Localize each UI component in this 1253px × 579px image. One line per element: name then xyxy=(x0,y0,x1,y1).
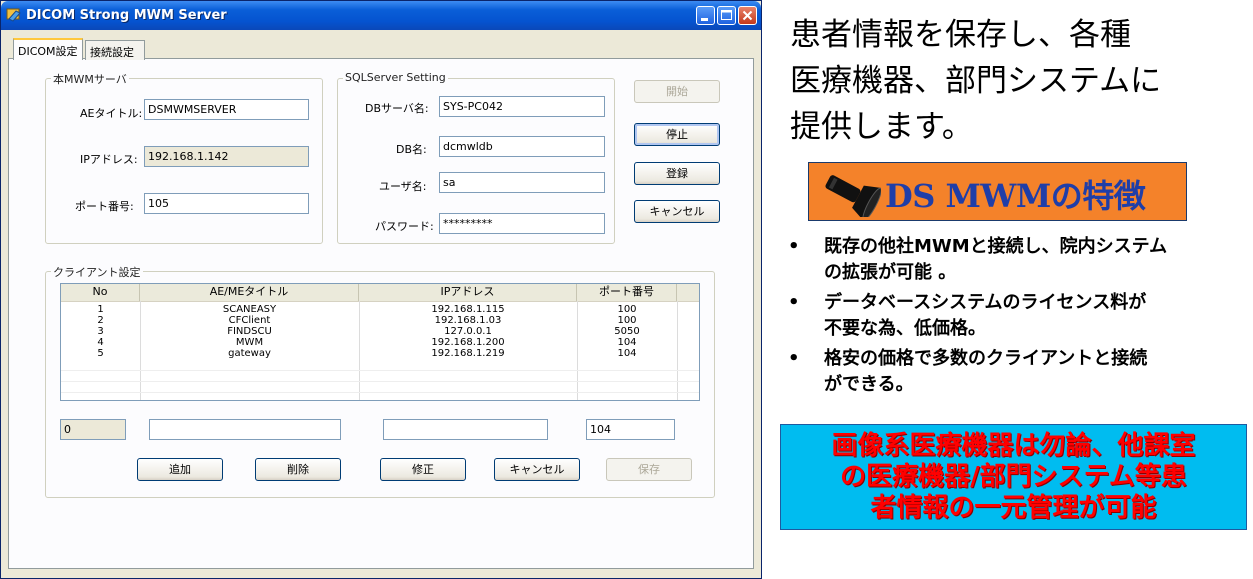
user-name-input[interactable]: sa xyxy=(439,172,605,193)
save-client-button[interactable]: 保存 xyxy=(606,458,692,481)
client-list[interactable]: No AE/MEタイトル IPアドレス ポート番号 1 SCANEASY 192… xyxy=(60,283,700,401)
modify-client-button[interactable]: 修正 xyxy=(380,458,466,481)
bullet-line: ができる。 xyxy=(824,374,914,395)
cell-ip: 192.168.1.219 xyxy=(431,348,505,359)
bullet-line: の拡張が可能 。 xyxy=(824,262,957,283)
highlight-box: 画像系医療機器は勿論、他課室 の医療機器/部門システム等患 者情報の一元管理が可… xyxy=(780,424,1247,530)
tab-dicom-settings[interactable]: DICOM設定 xyxy=(13,38,83,60)
client-no-field: 0 xyxy=(60,419,126,440)
db-server-label: DBサーバ名: xyxy=(365,102,429,115)
bullet-icon: • xyxy=(788,348,800,369)
cell-ip: 192.168.1.200 xyxy=(431,337,505,348)
client-port-input[interactable]: 104 xyxy=(586,419,675,440)
cell-no: 1 xyxy=(97,304,104,315)
mwm-server-legend: 本MWMサーバ xyxy=(51,71,129,87)
client-ae-title-input[interactable] xyxy=(149,419,341,440)
row-gridline xyxy=(61,370,699,371)
cell-no: 4 xyxy=(97,337,104,348)
cell-no: 5 xyxy=(97,348,104,359)
client-settings-legend: クライアント設定 xyxy=(51,264,143,280)
port-label: ポート番号: xyxy=(75,200,134,213)
start-button[interactable]: 開始 xyxy=(634,80,720,103)
intro-line: 提供します。 xyxy=(790,109,973,145)
table-row[interactable]: 4 MWM 192.168.1.200 104 xyxy=(61,337,699,348)
db-server-input[interactable]: SYS-PC042 xyxy=(439,96,605,117)
table-row[interactable]: 1 SCANEASY 192.168.1.115 100 xyxy=(61,304,699,315)
column-header-ae-title[interactable]: AE/MEタイトル xyxy=(140,284,359,301)
client-list-header: No AE/MEタイトル IPアドレス ポート番号 xyxy=(61,284,699,302)
client-ip-input[interactable] xyxy=(383,419,548,440)
user-name-label: ユーザ名: xyxy=(379,180,427,193)
intro-line: 患者情報を保存し、各種 xyxy=(790,17,1131,53)
cell-ae-title: gateway xyxy=(228,348,271,359)
table-row[interactable]: 5 gateway 192.168.1.219 104 xyxy=(61,348,699,359)
column-header-no[interactable]: No xyxy=(61,284,140,301)
tab-connection-settings[interactable]: 接続設定 xyxy=(85,40,145,60)
cell-ip: 127.0.0.1 xyxy=(444,326,492,337)
db-name-input[interactable]: dcmwldb xyxy=(439,136,605,157)
delete-client-button[interactable]: 削除 xyxy=(255,458,341,481)
minimize-button[interactable] xyxy=(696,6,715,25)
table-row[interactable]: 2 CFClient 192.168.1.03 100 xyxy=(61,315,699,326)
bullet-line: 不要な為、低価格。 xyxy=(824,318,986,339)
table-row[interactable]: 3 FINDSCU 127.0.0.1 5050 xyxy=(61,326,699,337)
cell-ae-title: FINDSCU xyxy=(227,326,272,337)
maximize-button[interactable] xyxy=(717,6,736,25)
row-gridline xyxy=(61,392,699,393)
list-item: • データベースシステムのライセンス料が 不要な為、低価格。 xyxy=(788,290,1248,342)
password-label: パスワード: xyxy=(375,220,434,233)
row-gridline xyxy=(61,381,699,382)
bullet-line: 既存の他社MWMと接続し、院内システム xyxy=(824,236,1168,257)
bullet-line: 格安の価格で多数のクライアントと接続 xyxy=(824,348,1148,369)
banner-title: DS MWMの特徴 xyxy=(885,177,1146,215)
intro-text: 患者情報を保存し、各種 医療機器、部門システムに 提供します。 xyxy=(790,12,1250,150)
app-icon xyxy=(6,7,22,23)
ae-title-label: AEタイトル: xyxy=(80,107,143,120)
add-client-button[interactable]: 追加 xyxy=(137,458,223,481)
cell-ip: 192.168.1.115 xyxy=(431,304,505,315)
cell-port: 100 xyxy=(617,304,637,315)
highlight-line: の医療機器/部門システム等患 xyxy=(840,462,1187,492)
highlight-line: 画像系医療機器は勿論、他課室 xyxy=(831,431,1196,461)
cell-ae-title: SCANEASY xyxy=(222,304,277,315)
db-name-label: DB名: xyxy=(396,143,427,156)
cell-port: 104 xyxy=(617,337,637,348)
highlight-line: 者情報の一元管理が可能 xyxy=(870,493,1157,523)
features-banner: DS MWMの特徴 xyxy=(808,162,1187,221)
cancel-client-button[interactable]: キャンセル xyxy=(494,458,580,481)
column-header-ip[interactable]: IPアドレス xyxy=(359,284,577,301)
sqlserver-legend: SQLServer Setting xyxy=(343,71,448,84)
cell-no: 2 xyxy=(97,315,104,326)
list-item: • 格安の価格で多数のクライアントと接続 ができる。 xyxy=(788,346,1248,398)
cell-ae-title: CFClient xyxy=(228,315,271,326)
close-button[interactable] xyxy=(738,6,757,25)
cell-port: 104 xyxy=(617,348,637,359)
password-input[interactable]: ********* xyxy=(439,213,605,234)
cell-port: 5050 xyxy=(614,326,640,337)
ae-title-input[interactable]: DSMWMSERVER xyxy=(144,99,309,120)
bullet-icon: • xyxy=(788,236,800,257)
bullet-line: データベースシステムのライセンス料が xyxy=(824,292,1147,313)
cell-no: 3 xyxy=(97,326,104,337)
bullet-icon: • xyxy=(788,292,800,313)
cell-port: 100 xyxy=(617,315,637,326)
ip-address-label: IPアドレス: xyxy=(80,153,138,166)
cancel-button[interactable]: キャンセル xyxy=(634,200,720,223)
app-window: DICOM Strong MWM Server DICOM設定 接続設定 本MW… xyxy=(0,0,762,579)
feature-list: • 既存の他社MWMと接続し、院内システム の拡張が可能 。 • データベースシ… xyxy=(788,234,1248,402)
ip-address-field: 192.168.1.142 xyxy=(144,146,309,167)
register-button[interactable]: 登録 xyxy=(634,162,720,185)
cell-ae-title: MWM xyxy=(235,337,264,348)
intro-line: 医療機器、部門システムに xyxy=(790,63,1162,99)
stop-button[interactable]: 停止 xyxy=(634,123,720,146)
window-title: DICOM Strong MWM Server xyxy=(26,8,227,23)
port-input[interactable]: 105 xyxy=(144,193,309,214)
cell-ip: 192.168.1.03 xyxy=(434,315,502,326)
list-item: • 既存の他社MWMと接続し、院内システム の拡張が可能 。 xyxy=(788,234,1248,286)
column-header-port[interactable]: ポート番号 xyxy=(577,284,677,301)
flashlight-icon xyxy=(815,167,882,221)
title-bar[interactable]: DICOM Strong MWM Server xyxy=(1,1,761,30)
